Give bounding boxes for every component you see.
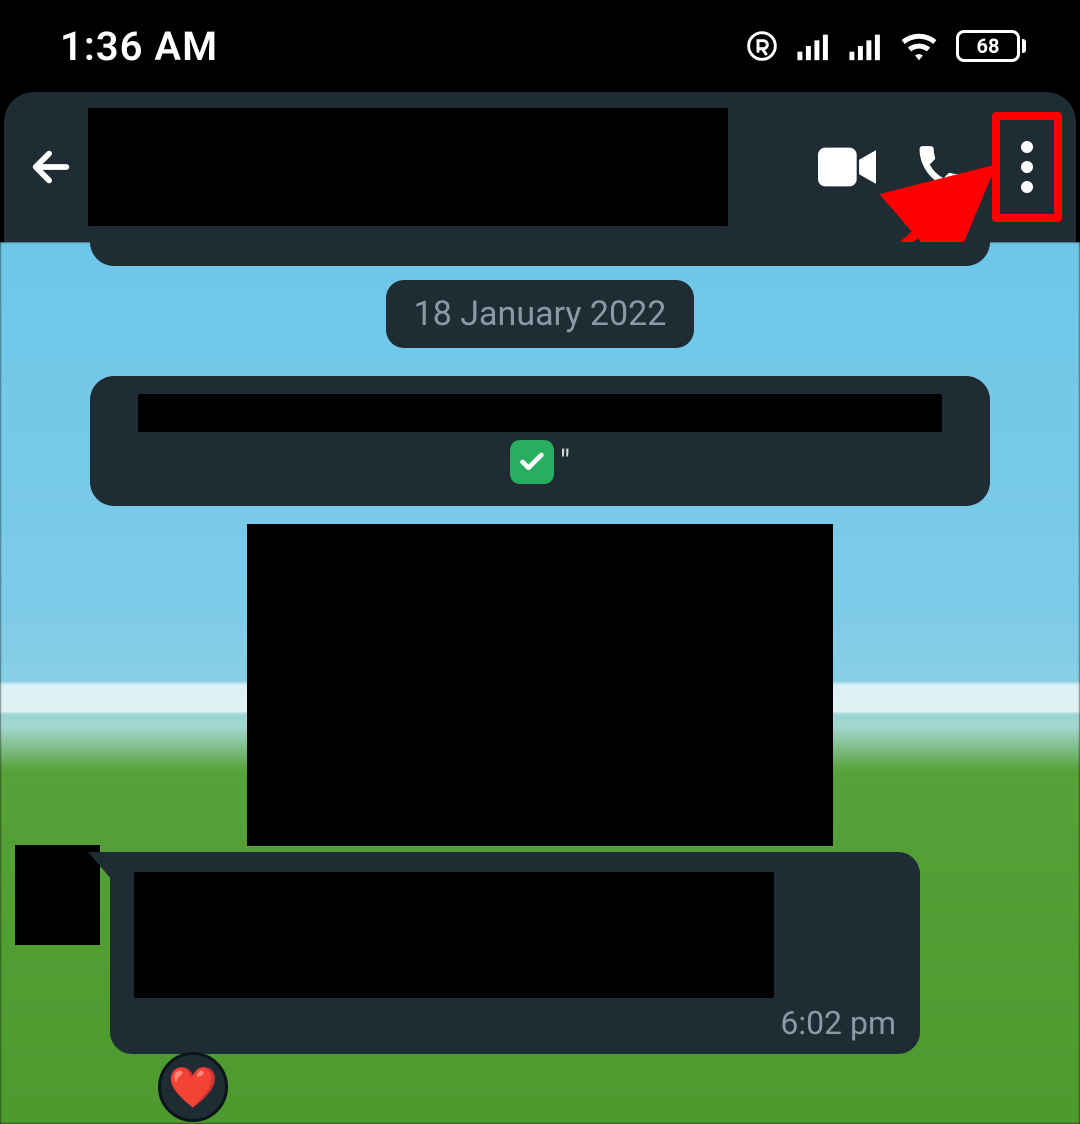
media-message-redacted[interactable]: [247, 524, 833, 846]
video-call-button[interactable]: [804, 124, 890, 210]
back-button[interactable]: [22, 138, 80, 196]
wifi-icon: [900, 31, 938, 61]
more-options-button[interactable]: [992, 112, 1062, 222]
status-bar: 1:36 AM 68: [0, 0, 1080, 92]
message-text-redacted: [134, 872, 774, 998]
message-reaction[interactable]: ❤️: [158, 1052, 228, 1122]
chat-header: [4, 92, 1076, 242]
status-time: 1:36 AM: [60, 23, 218, 70]
encryption-text-line2: ": [118, 440, 962, 484]
bubble-tail: [88, 852, 112, 880]
message-timestamp: 6:02 pm: [134, 1004, 896, 1042]
voice-call-button[interactable]: [898, 124, 984, 210]
signal-icon: [796, 31, 830, 61]
status-icons: 68: [746, 30, 1026, 62]
annotation-highlight-box: [992, 112, 1062, 222]
signal-icon-2: [848, 31, 882, 61]
encryption-text-redacted: [138, 394, 942, 432]
registered-icon: [746, 30, 778, 62]
heart-icon: ❤️: [168, 1064, 218, 1111]
encryption-notice[interactable]: ": [90, 376, 990, 506]
checkmark-icon: [510, 440, 554, 484]
date-separator: 18 January 2022: [386, 280, 695, 348]
contact-name-redacted[interactable]: [88, 108, 728, 226]
battery-level: 68: [956, 30, 1020, 62]
incoming-message-bubble[interactable]: 6:02 pm: [110, 852, 920, 1054]
encryption-suffix: ": [560, 443, 570, 481]
battery-icon: 68: [956, 30, 1026, 62]
chat-area[interactable]: 18 January 2022 " 6:02 pm ❤️: [0, 242, 1080, 1124]
previous-message-partial: [90, 242, 990, 266]
